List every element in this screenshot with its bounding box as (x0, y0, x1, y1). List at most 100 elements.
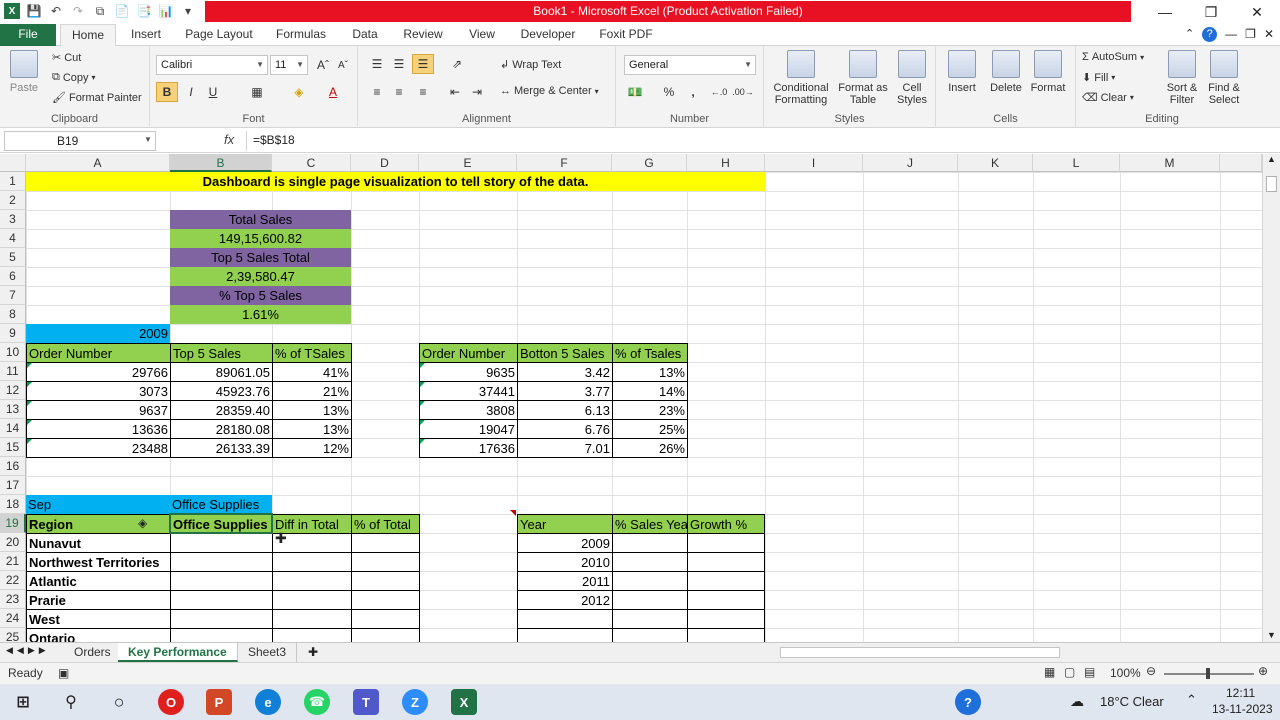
weather-text[interactable]: 18°C Clear (1100, 694, 1164, 709)
column-header-n[interactable] (1220, 154, 1262, 172)
copy-icon[interactable]: ⧉ (92, 3, 108, 19)
page-break-view-icon[interactable]: ▤ (1084, 665, 1095, 679)
region-name-cell[interactable]: Ontario (26, 628, 171, 642)
print-preview-icon[interactable]: 📑 (136, 3, 152, 19)
region-pct-cell[interactable] (351, 552, 420, 572)
region-pct-cell[interactable] (351, 533, 420, 553)
top-sales-cell[interactable]: 28359.40 (170, 400, 273, 420)
bottom-pct-cell[interactable]: 14% (612, 381, 688, 401)
decrease-decimal-icon[interactable]: .00→ (732, 82, 754, 102)
year-sales-cell[interactable] (612, 533, 688, 553)
bottom-order-cell[interactable]: 3808 (419, 400, 518, 420)
top-pct-cell[interactable]: 41% (272, 362, 352, 382)
bottom-header-pct[interactable]: % of Tsales (612, 343, 688, 363)
formula-input[interactable]: =$B$18 (246, 131, 1266, 151)
bottom-pct-cell[interactable]: 26% (612, 438, 688, 458)
top-order-cell[interactable]: 23488 (26, 438, 171, 458)
font-name-combo[interactable]: Calibri ▼ (156, 55, 268, 75)
tab-page-layout[interactable]: Page Layout (183, 24, 255, 46)
region-pct-cell[interactable] (351, 590, 420, 610)
page-layout-view-icon[interactable]: ▢ (1064, 665, 1075, 679)
font-color-icon[interactable]: A (322, 82, 344, 102)
bottom-sales-cell[interactable]: 6.13 (517, 400, 613, 420)
row-header[interactable]: 2 (0, 191, 26, 210)
bottom-header-sales[interactable]: Botton 5 Sales (517, 343, 613, 363)
cell-styles-button[interactable]: Cell Styles (890, 50, 934, 106)
column-header-k[interactable]: K (958, 154, 1033, 172)
row-header[interactable]: 21 (0, 552, 26, 571)
bottom-sales-cell[interactable]: 6.76 (517, 419, 613, 439)
find-select-button[interactable]: Find & Select (1204, 50, 1244, 106)
undo-icon[interactable]: ↶ (48, 3, 64, 19)
currency-icon[interactable]: 💵 (624, 82, 646, 102)
sales-year-header[interactable]: % Sales Yea (612, 514, 688, 534)
top-sales-cell[interactable]: 28180.08 (170, 419, 273, 439)
year-growth-cell[interactable] (687, 609, 765, 629)
top-sales-cell[interactable]: 89061.05 (170, 362, 273, 382)
minimize-icon[interactable]: — (1142, 0, 1188, 24)
bottom-pct-cell[interactable]: 23% (612, 400, 688, 420)
windows-start-icon[interactable]: ⊞ (10, 689, 36, 715)
chevron-up-icon[interactable]: ⌃ (1186, 692, 1197, 708)
row-header[interactable]: 1 (0, 172, 26, 191)
sort-filter-button[interactable]: Sort & Filter (1162, 50, 1202, 106)
top-order-cell[interactable]: 13636 (26, 419, 171, 439)
align-middle-icon[interactable]: ☰ (388, 54, 410, 74)
bottom-header-order[interactable]: Order Number (419, 343, 518, 363)
active-cell-b19[interactable] (169, 513, 273, 534)
row-header[interactable]: 14 (0, 419, 26, 438)
scroll-down-icon[interactable]: ▼ (1267, 630, 1276, 640)
borders-icon[interactable]: ▦ (246, 82, 268, 102)
top-pct-cell[interactable]: 12% (272, 438, 352, 458)
region-diff-cell[interactable] (272, 571, 352, 591)
increase-indent-icon[interactable]: ⇥ (466, 82, 488, 102)
zoom-in-icon[interactable]: ⊕ (1258, 664, 1268, 678)
region-value-cell[interactable] (170, 533, 273, 553)
top-order-cell[interactable]: 29766 (26, 362, 171, 382)
autosum-button[interactable]: Σ AutoSum ▾ (1082, 51, 1144, 63)
powerpoint-icon[interactable]: P (206, 689, 232, 715)
year-header[interactable]: Year (517, 514, 613, 534)
orientation-icon[interactable]: ⇗ (446, 54, 468, 74)
select-all-corner[interactable] (0, 154, 26, 172)
top5-total-label[interactable]: Top 5 Sales Total (170, 248, 351, 267)
weather-icon[interactable]: ☁ (1070, 693, 1084, 710)
month-cell[interactable]: Sep (26, 495, 170, 514)
row-header[interactable]: 20 (0, 533, 26, 552)
sheet-tab-key-performance[interactable]: Key Performance (118, 643, 238, 662)
italic-button[interactable]: I (180, 82, 202, 102)
year-value-cell[interactable] (517, 628, 613, 642)
region-pct-cell[interactable] (351, 609, 420, 629)
bottom-pct-cell[interactable]: 25% (612, 419, 688, 439)
growth-header[interactable]: Growth % (687, 514, 765, 534)
name-box[interactable]: B19 (4, 131, 156, 151)
format-as-table-button[interactable]: Format as Table (836, 50, 890, 106)
bottom-order-cell[interactable]: 17636 (419, 438, 518, 458)
align-right-icon[interactable]: ≡ (412, 82, 434, 102)
row-header[interactable]: 18 (0, 495, 26, 514)
format-cells-button[interactable]: Format (1028, 50, 1068, 94)
zoom-slider-thumb[interactable] (1206, 668, 1210, 679)
redo-icon[interactable]: ↷ (70, 3, 86, 19)
worksheet-grid[interactable]: A B C D E F G H I J K L M 1 2 3 4 5 6 7 … (0, 154, 1262, 642)
zoom-out-icon[interactable]: ⊖ (1146, 664, 1156, 678)
number-format-combo[interactable]: General ▼ (624, 55, 756, 75)
column-header-j[interactable]: J (863, 154, 958, 172)
minimize-workbook-icon[interactable]: — (1225, 27, 1237, 42)
insert-function-button[interactable]: fx (224, 132, 234, 147)
year-growth-cell[interactable] (687, 552, 765, 572)
help-icon[interactable]: ? (1202, 27, 1218, 42)
row-header[interactable]: 11 (0, 362, 26, 381)
sheet-tab-sheet3[interactable]: Sheet3 (238, 643, 298, 662)
category-cell[interactable]: Office Supplies (170, 495, 272, 514)
delete-cells-button[interactable]: Delete (986, 50, 1026, 94)
column-header-i[interactable]: I (765, 154, 863, 172)
year-sales-cell[interactable] (612, 571, 688, 591)
horizontal-scrollbar[interactable] (780, 647, 1060, 658)
top-order-cell[interactable]: 3073 (26, 381, 171, 401)
row-header[interactable]: 24 (0, 609, 26, 628)
region-value-cell[interactable] (170, 571, 273, 591)
conditional-formatting-button[interactable]: Conditional Formatting (766, 50, 836, 106)
opera-icon[interactable]: O (158, 689, 184, 715)
year-growth-cell[interactable] (687, 533, 765, 553)
